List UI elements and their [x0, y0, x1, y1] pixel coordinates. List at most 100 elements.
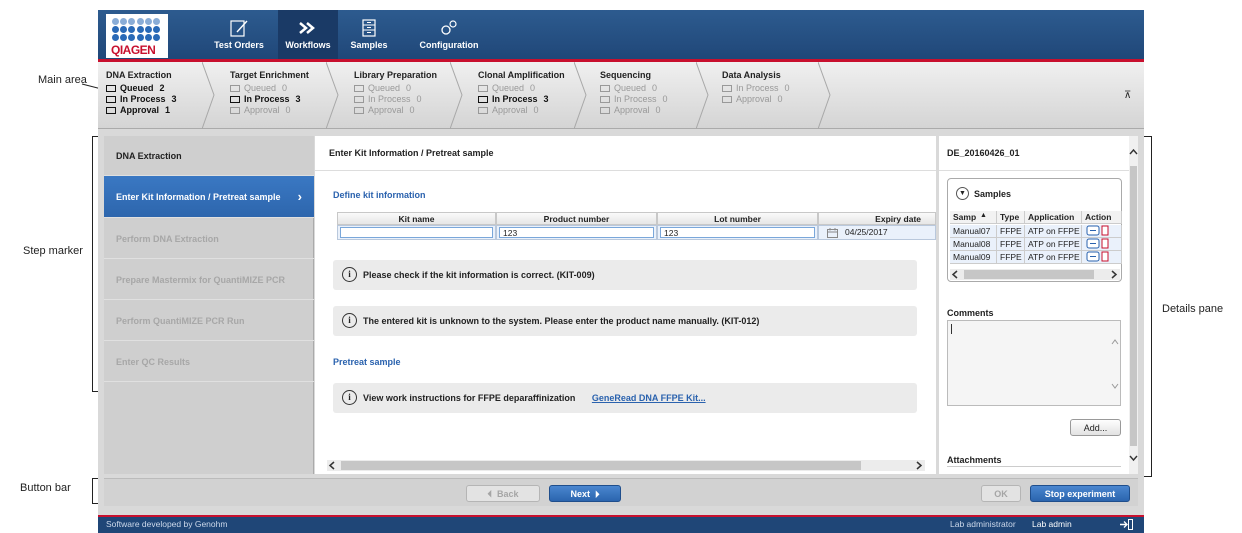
samples-cell[interactable]: FFPE: [997, 225, 1025, 238]
stage-status-row[interactable]: Queued 2: [106, 83, 177, 94]
stage-status-row[interactable]: Approval 1: [106, 105, 177, 116]
details-divider: [939, 170, 1129, 171]
samples-cell[interactable]: ATP on FFPE: [1025, 225, 1082, 238]
col-expiry-date[interactable]: Expiry date: [818, 212, 936, 225]
product-number-input[interactable]: 123: [499, 227, 654, 238]
collapse-strip-icon[interactable]: ⊼: [1124, 90, 1131, 101]
stage-status-row[interactable]: In Process 3: [106, 94, 177, 105]
stage-separator: [326, 62, 339, 129]
stage-status-row[interactable]: In Process 0: [600, 94, 668, 105]
comment-icon[interactable]: [1085, 251, 1109, 262]
samples-col-header[interactable]: Application: [1025, 211, 1082, 224]
status-icon: [722, 96, 732, 104]
scroll-down-icon[interactable]: [1129, 454, 1138, 462]
step-label: Prepare Mastermix for QuantiMIZE PCR: [116, 275, 286, 285]
stage-status-row[interactable]: In Process 3: [230, 94, 309, 105]
message-text: View work instructions for FFPE deparaff…: [363, 393, 576, 403]
stage-status-row[interactable]: Queued 0: [478, 83, 565, 94]
kit-name-input[interactable]: [340, 227, 493, 238]
generead-ffpe-link[interactable]: GeneRead DNA FFPE Kit...: [592, 393, 706, 403]
stage-status-row[interactable]: Approval 0: [354, 105, 437, 116]
scrollbar-thumb[interactable]: [1130, 166, 1137, 446]
samples-col-header[interactable]: Action: [1082, 211, 1122, 224]
step-item[interactable]: Perform QuantiMIZE PCR Run: [104, 301, 314, 341]
samples-horizontal-scrollbar[interactable]: [950, 269, 1120, 280]
samples-cell[interactable]: ATP on FFPE: [1025, 238, 1082, 251]
stage-2[interactable]: Library Preparation Queued 0 In Process 0 App…: [354, 70, 437, 116]
nav-label: Configuration: [419, 40, 479, 50]
nav-samples[interactable]: Samples: [344, 10, 394, 59]
samples-col-header[interactable]: Samp: [950, 211, 997, 224]
samples-cell[interactable]: Manual08: [950, 238, 997, 251]
stage-4[interactable]: Sequencing Queued 0 In Process 0 Approval 0: [600, 70, 668, 116]
status-count: 0: [777, 94, 783, 104]
col-kit-name[interactable]: Kit name: [337, 212, 496, 225]
nav-configuration[interactable]: Configuration: [414, 10, 484, 59]
samples-cell[interactable]: Manual07: [950, 225, 997, 238]
stage-name: Target Enrichment: [230, 70, 309, 80]
sort-ascending-icon[interactable]: ▲: [980, 212, 987, 219]
calendar-icon[interactable]: [827, 228, 838, 238]
stop-experiment-button[interactable]: Stop experiment: [1030, 485, 1130, 502]
footer-bar: Software developed by Genohm Lab adminis…: [98, 515, 1144, 533]
next-label: Next: [570, 489, 590, 499]
back-button[interactable]: ⏴ Back: [466, 485, 540, 502]
message-text: The entered kit is unknown to the system…: [363, 316, 760, 326]
stage-status-row[interactable]: Approval 0: [478, 105, 565, 116]
samples-col-header[interactable]: Type: [997, 211, 1025, 224]
user-name[interactable]: Lab admin: [1032, 517, 1072, 532]
stage-separator: [818, 62, 831, 129]
samples-action-cell: [1082, 238, 1122, 251]
details-vertical-scrollbar[interactable]: [1129, 136, 1138, 474]
stage-status-row[interactable]: In Process 0: [722, 83, 790, 94]
scroll-up-icon[interactable]: [1129, 148, 1138, 156]
samples-cell[interactable]: FFPE: [997, 238, 1025, 251]
samples-cell[interactable]: ATP on FFPE: [1025, 251, 1082, 264]
stage-0[interactable]: DNA Extraction Queued 2 In Process 3 Approval…: [106, 70, 177, 116]
stage-status-row[interactable]: Queued 0: [600, 83, 668, 94]
lot-number-input[interactable]: 123: [660, 227, 815, 238]
comment-icon[interactable]: [1085, 238, 1109, 249]
step-item[interactable]: Enter Kit Information / Pretreat sample ›: [104, 176, 314, 218]
samples-cell[interactable]: Manual09: [950, 251, 997, 264]
main-horizontal-scrollbar[interactable]: [327, 460, 925, 471]
logo-dot: [112, 26, 119, 33]
status-count: 3: [295, 94, 301, 104]
stage-separator: [574, 62, 587, 129]
stage-status-row[interactable]: Queued 0: [230, 83, 309, 94]
stage-status-row[interactable]: Approval 0: [230, 105, 309, 116]
logout-icon[interactable]: [1120, 519, 1134, 530]
nav-workflows[interactable]: Workflows: [278, 10, 338, 59]
col-product-number[interactable]: Product number: [496, 212, 657, 225]
message-ffpe-instructions: i View work instructions for FFPE depara…: [333, 383, 917, 413]
comments-scrollbar[interactable]: [1109, 321, 1121, 407]
status-icon: [600, 107, 610, 115]
stage-status-row[interactable]: Queued 0: [354, 83, 437, 94]
nav-test-orders[interactable]: Test Orders: [202, 10, 276, 59]
step-item[interactable]: DNA Extraction: [104, 136, 314, 176]
comments-textarea[interactable]: [947, 320, 1121, 406]
ok-button[interactable]: OK: [981, 485, 1021, 502]
next-button[interactable]: Next ⏵: [549, 485, 621, 502]
stage-status-row[interactable]: In Process 3: [478, 94, 565, 105]
status-count: 0: [409, 105, 415, 115]
step-item[interactable]: Perform DNA Extraction: [104, 219, 314, 259]
stage-3[interactable]: Clonal Amplification Queued 0 In Process 3 Ap…: [478, 70, 565, 116]
status-label: In Process: [492, 94, 538, 104]
step-item[interactable]: Enter QC Results: [104, 342, 314, 382]
stage-status-row[interactable]: In Process 0: [354, 94, 437, 105]
main-title: Enter Kit Information / Pretreat sample: [329, 148, 494, 158]
logo-dot: [120, 18, 128, 25]
collapse-toggle-icon[interactable]: ▼: [956, 187, 969, 200]
step-item[interactable]: Prepare Mastermix for QuantiMIZE PCR: [104, 260, 314, 300]
col-lot-number[interactable]: Lot number: [657, 212, 818, 225]
stage-status-row[interactable]: Approval 0: [722, 94, 790, 105]
samples-cell[interactable]: FFPE: [997, 251, 1025, 264]
stage-status-row[interactable]: Approval 0: [600, 105, 668, 116]
comment-icon[interactable]: [1085, 225, 1109, 236]
stage-name: Library Preparation: [354, 70, 438, 80]
stage-5[interactable]: Data Analysis In Process 0 Approval 0: [722, 70, 790, 105]
stage-1[interactable]: Target Enrichment Queued 0 In Process 3 Appro…: [230, 70, 309, 116]
add-comment-button[interactable]: Add...: [1070, 419, 1121, 436]
info-icon: i: [342, 313, 357, 328]
